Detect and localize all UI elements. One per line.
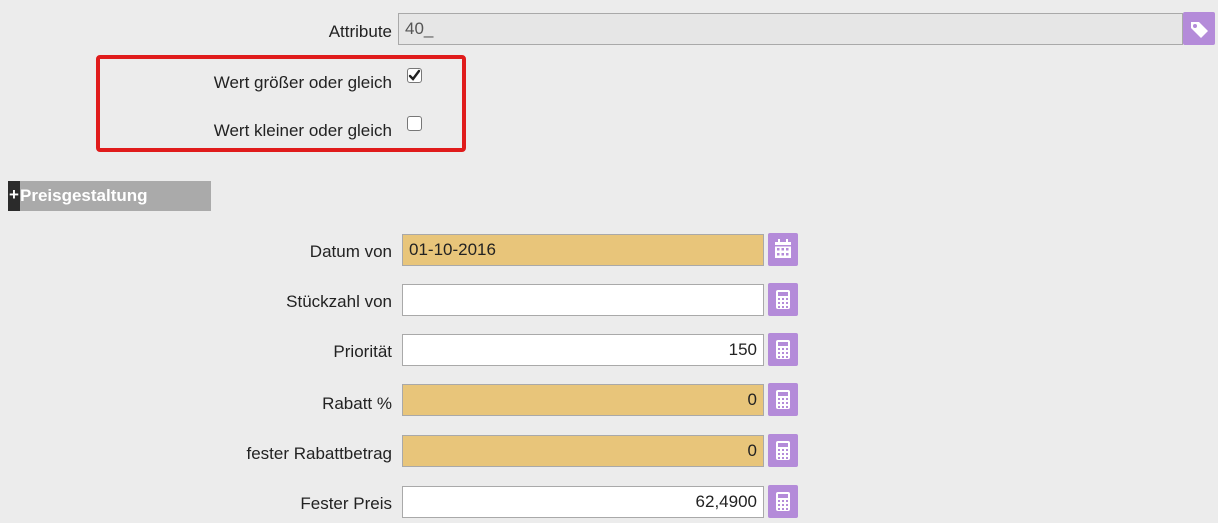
option-ge-label: Wert größer oder gleich <box>213 73 392 92</box>
calendar-icon <box>775 239 791 258</box>
checkmark-icon <box>408 69 421 81</box>
option-ge-checkbox[interactable] <box>407 68 422 83</box>
rabatt-calculator-button[interactable] <box>768 383 798 416</box>
stueckzahl-von-field[interactable] <box>402 284 764 316</box>
datum-von-calendar-button[interactable] <box>768 233 798 266</box>
rabatt-label: Rabatt % <box>322 394 392 413</box>
stueckzahl-von-label: Stückzahl von <box>286 292 392 311</box>
prioritaet-calculator-button[interactable] <box>768 333 798 366</box>
fester-preis-field[interactable]: 62,4900 <box>402 486 764 518</box>
fester-rabattbetrag-calculator-button[interactable] <box>768 434 798 467</box>
section-title: Preisgestaltung <box>20 186 148 205</box>
expand-toggle[interactable]: + <box>8 181 20 211</box>
attribute-lookup-button[interactable] <box>1183 12 1215 45</box>
calculator-icon <box>776 340 790 359</box>
option-le-checkbox[interactable] <box>407 116 422 131</box>
attribute-label: Attribute <box>328 22 392 41</box>
stueckzahl-von-calculator-button[interactable] <box>768 283 798 316</box>
section-header-preisgestaltung[interactable]: +Preisgestaltung <box>8 181 211 211</box>
calculator-icon <box>776 492 790 511</box>
attribute-field[interactable]: 40_ <box>398 13 1183 45</box>
calculator-icon <box>776 390 790 409</box>
fester-rabattbetrag-label: fester Rabattbetrag <box>246 444 392 463</box>
calculator-icon <box>776 441 790 460</box>
prioritaet-label: Priorität <box>333 342 392 361</box>
option-le-label: Wert kleiner oder gleich <box>213 121 392 140</box>
datum-von-field[interactable]: 01-10-2016 <box>402 234 764 266</box>
calculator-icon <box>776 290 790 309</box>
fester-rabattbetrag-field[interactable]: 0 <box>402 435 764 467</box>
fester-preis-label: Fester Preis <box>300 494 392 513</box>
rabatt-field[interactable]: 0 <box>402 384 764 416</box>
fester-preis-calculator-button[interactable] <box>768 485 798 518</box>
prioritaet-field[interactable]: 150 <box>402 334 764 366</box>
datum-von-label: Datum von <box>309 242 392 261</box>
tag-icon <box>1191 22 1208 38</box>
